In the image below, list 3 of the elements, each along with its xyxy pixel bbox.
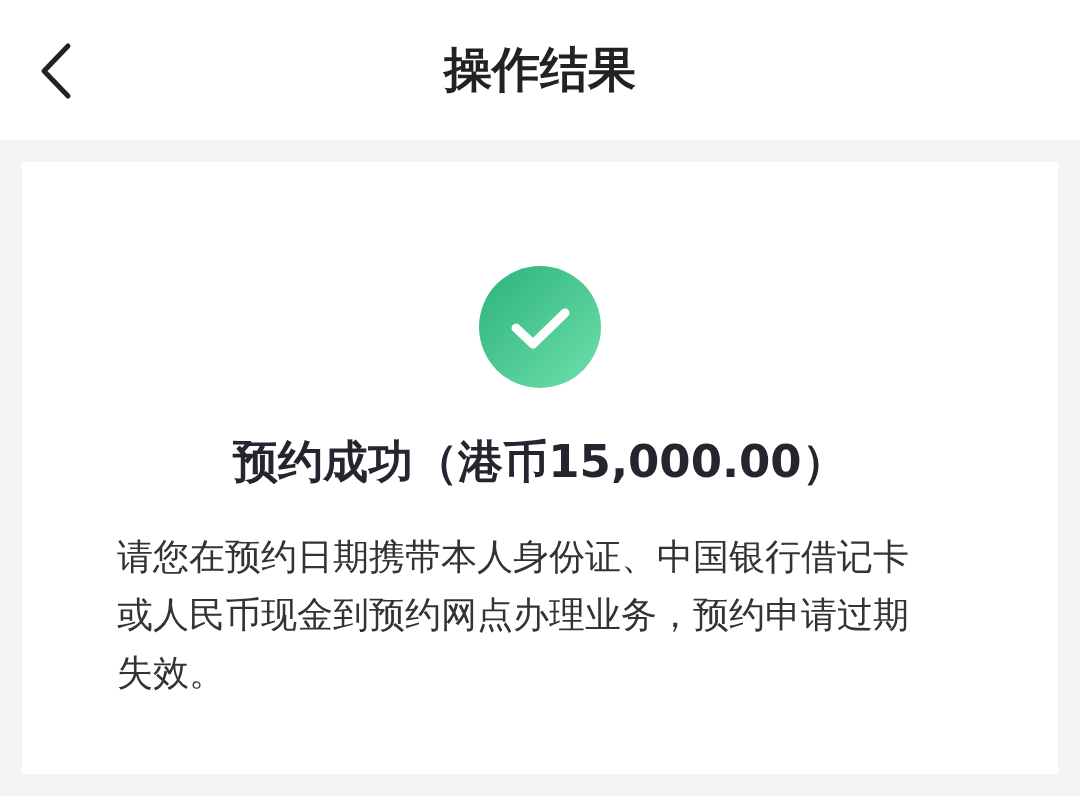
page-title: 操作结果 xyxy=(444,40,636,99)
result-message: 请您在预约日期携带本人身份证、中国银行借记卡或人民币现金到预约网点办理业务，预约申请过期失效。 xyxy=(117,535,910,695)
result-heading: 预约成功（港币15,000.00） xyxy=(233,434,847,490)
